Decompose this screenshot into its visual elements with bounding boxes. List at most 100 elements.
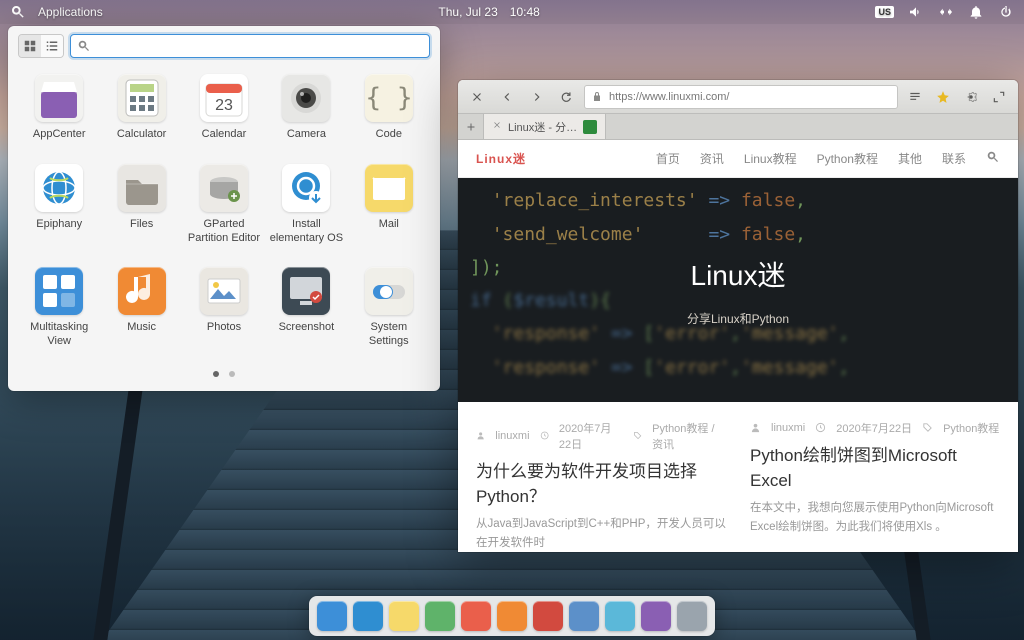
maximize-button[interactable] — [986, 85, 1012, 109]
notifications-icon[interactable] — [968, 4, 984, 20]
app-screenshot[interactable]: Screenshot — [267, 265, 345, 351]
nav-link[interactable]: Python教程 — [817, 150, 878, 167]
power-icon[interactable] — [998, 4, 1014, 20]
hero: 'replace_interests' => false, 'send_welc… — [458, 178, 1018, 402]
keyboard-layout-indicator[interactable]: US — [875, 6, 894, 18]
app-calculator[interactable]: Calculator — [102, 72, 180, 144]
app-label: Epiphany — [36, 218, 82, 232]
dock-item-mail[interactable] — [389, 601, 419, 631]
app-camera[interactable]: Camera — [267, 72, 345, 144]
dock-item-system-settings[interactable] — [677, 601, 707, 631]
app-icon — [118, 164, 166, 212]
app-gparted-partition-editor[interactable]: GParted Partition Editor — [185, 162, 263, 248]
app-multitasking-view[interactable]: Multitasking View — [20, 265, 98, 351]
menu-button[interactable] — [958, 85, 984, 109]
view-toggle — [18, 34, 64, 58]
back-button[interactable] — [494, 85, 520, 109]
dock-item-appcenter[interactable] — [641, 601, 671, 631]
svg-text:23: 23 — [215, 97, 233, 114]
app-icon — [35, 164, 83, 212]
grid-view-button[interactable] — [19, 35, 41, 57]
article-meta: linuxmi 2020年7月22日 Python教程 / 资讯 — [476, 420, 726, 452]
apps-search[interactable] — [70, 34, 430, 58]
app-files[interactable]: Files — [102, 162, 180, 248]
tab-favicon-icon — [583, 120, 597, 134]
new-tab-button[interactable] — [458, 114, 484, 139]
nav-link[interactable]: Linux教程 — [744, 150, 797, 167]
panel-time: 10:48 — [510, 5, 540, 19]
app-install-elementary-os[interactable]: Install elementary OS — [267, 162, 345, 248]
top-panel: Applications Thu, Jul 23 10:48 US — [0, 0, 1024, 24]
tab-title: Linux迷 - 分… — [508, 119, 577, 135]
article-title: Python绘制饼图到Microsoft Excel — [750, 444, 1000, 493]
dock-item-epiphany[interactable] — [353, 601, 383, 631]
app-icon — [118, 74, 166, 122]
article-excerpt: 从Java到JavaScript到C++和PHP，开发人员可以在开发软件时 — [476, 515, 726, 552]
svg-text:{ }: { } — [365, 83, 412, 113]
site-brand[interactable]: Linux迷 — [476, 150, 526, 167]
dock-item-videos[interactable] — [533, 601, 563, 631]
app-label: Camera — [287, 128, 326, 142]
clock[interactable]: Thu, Jul 23 10:48 — [438, 5, 539, 19]
app-code[interactable]: { } Code — [350, 72, 428, 144]
network-icon[interactable] — [938, 4, 954, 20]
reader-button[interactable] — [902, 85, 928, 109]
site-search-icon[interactable] — [986, 150, 1000, 167]
app-calendar[interactable]: 23 Calendar — [185, 72, 263, 144]
app-mail[interactable]: Mail — [350, 162, 428, 248]
browser-window: https://www.linuxmi.com/ Linux迷 - 分… Lin… — [458, 80, 1018, 552]
bookmark-button[interactable] — [930, 85, 956, 109]
applications-menu[interactable]: Applications — [38, 5, 103, 19]
app-label: Multitasking View — [22, 321, 96, 349]
app-label: AppCenter — [33, 128, 86, 142]
address-bar[interactable]: https://www.linuxmi.com/ — [584, 85, 898, 109]
app-icon — [365, 267, 413, 315]
app-photos[interactable]: Photos — [185, 265, 263, 351]
close-button[interactable] — [464, 85, 490, 109]
app-label: Files — [130, 218, 153, 232]
app-appcenter[interactable]: AppCenter — [20, 72, 98, 144]
dock-item-tasks[interactable] — [425, 601, 455, 631]
article-meta: linuxmi 2020年7月22日 Python教程 — [750, 420, 1000, 436]
app-icon — [365, 164, 413, 212]
app-icon — [118, 267, 166, 315]
app-label: Photos — [207, 321, 241, 335]
page-indicator[interactable] — [18, 371, 430, 377]
tab-close-icon[interactable] — [492, 120, 502, 133]
article-card[interactable]: linuxmi 2020年7月22日 Python教程 Python绘制饼图到M… — [750, 420, 1000, 552]
app-icon: { } — [365, 74, 413, 122]
dock-item-music[interactable] — [497, 601, 527, 631]
article-title: 为什么要为软件开发项目选择 Python？ — [476, 460, 726, 509]
nav-link[interactable]: 联系 — [942, 150, 966, 167]
app-system-settings[interactable]: System Settings — [350, 265, 428, 351]
app-music[interactable]: Music — [102, 265, 180, 351]
forward-button[interactable] — [524, 85, 550, 109]
app-label: Calculator — [117, 128, 167, 142]
webpage: Linux迷 首页 资讯 Linux教程 Python教程 其他 联系 'replace_… — [458, 140, 1018, 552]
apps-search-input[interactable] — [95, 39, 423, 53]
list-view-button[interactable] — [41, 35, 63, 57]
search-icon — [10, 4, 26, 20]
dock-item-multitasking-view[interactable] — [317, 601, 347, 631]
nav-link[interactable]: 首页 — [656, 150, 680, 167]
app-icon — [35, 267, 83, 315]
browser-tab[interactable]: Linux迷 - 分… — [484, 114, 606, 139]
app-label: Mail — [379, 218, 399, 232]
nav-link[interactable]: 其他 — [898, 150, 922, 167]
app-icon — [200, 267, 248, 315]
article-excerpt: 在本文中，我想向您展示使用Python向Microsoft Excel绘制饼图。… — [750, 499, 1000, 536]
dock-item-calendar[interactable] — [461, 601, 491, 631]
lock-icon — [591, 91, 603, 103]
reload-button[interactable] — [554, 85, 580, 109]
volume-icon[interactable] — [908, 4, 924, 20]
dock-item-messaging[interactable] — [605, 601, 635, 631]
browser-titlebar: https://www.linuxmi.com/ — [458, 80, 1018, 114]
nav-link[interactable]: 资讯 — [700, 150, 724, 167]
app-icon — [282, 267, 330, 315]
article-card[interactable]: linuxmi 2020年7月22日 Python教程 / 资讯 为什么要为软件… — [476, 420, 726, 552]
search-icon — [77, 39, 91, 53]
app-epiphany[interactable]: Epiphany — [20, 162, 98, 248]
app-icon: 23 — [200, 74, 248, 122]
site-nav: Linux迷 首页 资讯 Linux教程 Python教程 其他 联系 — [458, 140, 1018, 178]
dock-item-photos[interactable] — [569, 601, 599, 631]
